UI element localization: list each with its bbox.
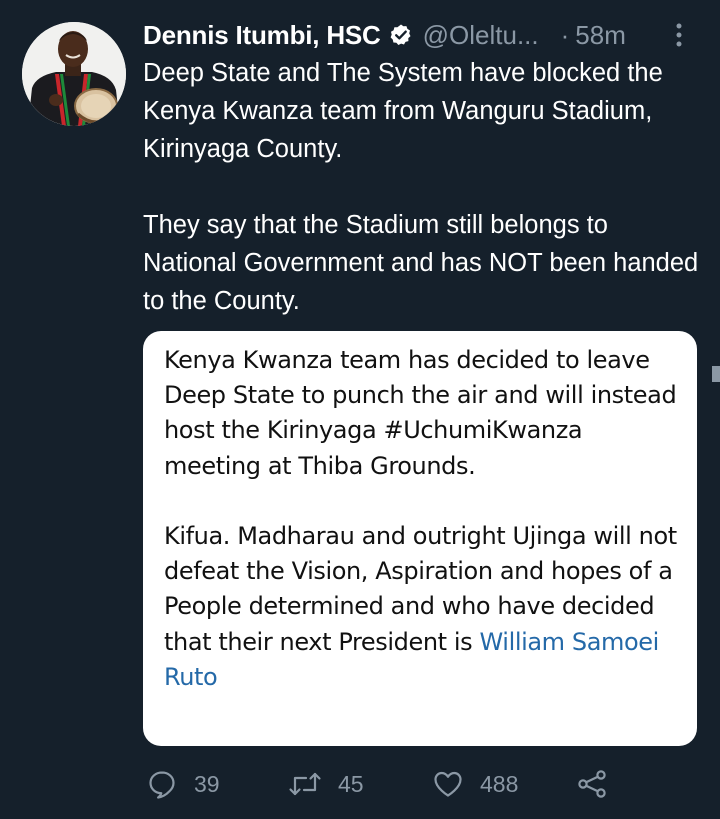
author-avatar[interactable] (22, 22, 126, 126)
retweet-count: 45 (338, 770, 364, 797)
tweet-text: Deep State and The System have blocked t… (143, 54, 703, 320)
verified-badge-icon (389, 23, 413, 47)
time-separator: · (560, 19, 570, 50)
tweet-header: Dennis Itumbi, HSC @Oleltu... · 58m (143, 17, 703, 53)
author-handle[interactable]: @Oleltu... (423, 20, 539, 51)
tweet-paragraph: They say that the Stadium still belongs … (143, 211, 699, 315)
heart-icon (432, 768, 464, 800)
tweet-attached-image[interactable]: Kenya Kwanza team has decided to leave D… (143, 331, 697, 746)
scrollbar-thumb[interactable] (712, 366, 720, 382)
share-button[interactable] (576, 764, 608, 804)
image-text-paragraph: Kifua. Madharau and outright Ujinga will… (164, 519, 677, 695)
tweet-timestamp[interactable]: 58m (575, 20, 626, 51)
retweet-icon (288, 768, 322, 800)
tweet-actions: 39 45 488 (146, 764, 666, 804)
retweet-button[interactable]: 45 (288, 764, 364, 804)
more-vertical-icon[interactable] (675, 22, 683, 48)
reply-bubble-icon (146, 768, 178, 800)
like-count: 488 (480, 770, 519, 797)
author-display-name[interactable]: Dennis Itumbi, HSC (143, 20, 381, 51)
image-text-paragraph: Kenya Kwanza team has decided to leave D… (164, 346, 677, 480)
tweet-paragraph: Deep State and The System have blocked t… (143, 59, 663, 163)
like-button[interactable]: 488 (432, 764, 518, 804)
reply-count: 39 (194, 770, 220, 797)
reply-button[interactable]: 39 (146, 764, 220, 804)
share-icon (576, 768, 608, 800)
avatar-photo (22, 22, 126, 126)
